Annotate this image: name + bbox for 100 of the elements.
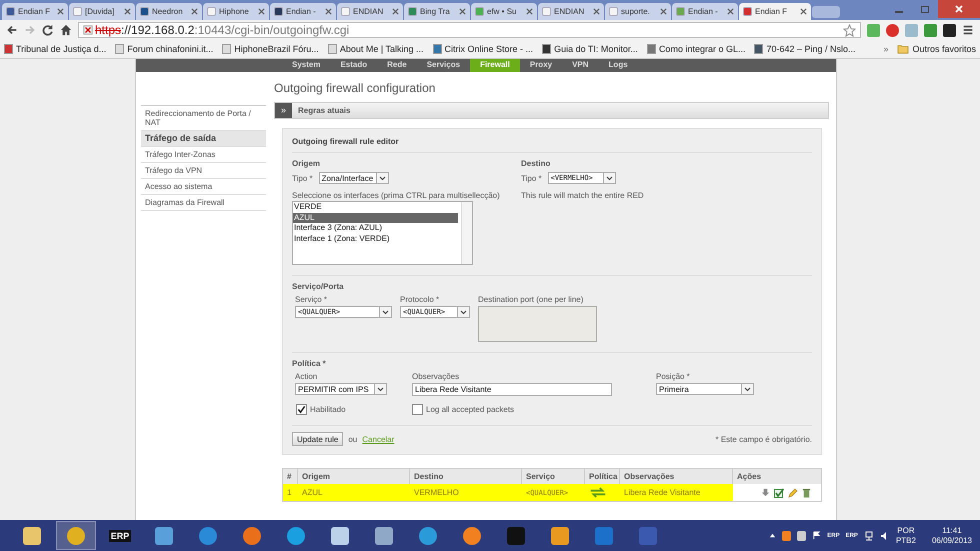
bookmark-link[interactable]: Guia do TI: Monitor... (542, 44, 638, 54)
close-icon[interactable] (258, 8, 265, 15)
close-window-button[interactable] (938, 0, 980, 18)
type-dropdown[interactable]: Zona/Interface (318, 172, 389, 184)
taskbar-app-button[interactable] (56, 521, 96, 550)
close-icon[interactable] (325, 8, 332, 15)
nav-tab[interactable]: Logs (598, 59, 638, 72)
bookmark-link[interactable]: Citrix Online Store - ... (432, 44, 534, 54)
required-note: * Este campo é obrigatório. (716, 434, 812, 444)
flag-icon[interactable] (812, 531, 822, 540)
sidebar-item[interactable]: Tráfego Inter-Zonas (141, 147, 266, 163)
rule-note: This rule will match the entire RED (521, 191, 644, 200)
app-icon (419, 526, 437, 544)
bookmarks-overflow-button[interactable]: » (883, 44, 888, 54)
back-icon[interactable] (6, 24, 18, 36)
nav-tab[interactable]: Estado (330, 59, 378, 72)
reload-icon[interactable] (42, 24, 54, 36)
browser-tab[interactable]: Needron (136, 3, 202, 20)
move-down-icon[interactable] (761, 488, 770, 497)
close-icon[interactable] (191, 8, 198, 15)
close-icon[interactable] (526, 8, 533, 15)
checkbox[interactable] (412, 404, 423, 415)
close-icon[interactable] (593, 8, 600, 15)
favicon-icon (73, 7, 82, 16)
browser-tab[interactable]: Bing Tra (404, 3, 470, 20)
close-icon[interactable] (660, 8, 667, 15)
browser-tab[interactable]: Hiphone (203, 3, 269, 20)
list-option[interactable]: Interface 1 (Zona: VERDE) (293, 234, 458, 244)
page-title: Outgoing firewall configuration (274, 80, 436, 97)
taskbar-app-button[interactable]: ERP (100, 521, 140, 550)
enabled-check-icon[interactable] (774, 488, 784, 498)
bookmark-link[interactable]: Forum chinafonini.it... (115, 44, 214, 54)
browser-tab[interactable]: Endian - (270, 3, 336, 20)
bookmark-link[interactable]: About Me | Talking ... (328, 44, 424, 54)
browser-tab[interactable]: ENDIAN (337, 3, 403, 20)
browser-tab[interactable]: suporte. (605, 3, 671, 20)
list-option[interactable]: VERDE (293, 202, 458, 212)
address-field[interactable]: https://192.168.0.2:10443/cgi-bin/outgoingfw.cgi (78, 22, 861, 38)
favicon-icon (341, 7, 350, 16)
trash-icon[interactable] (802, 488, 811, 498)
checkbox[interactable] (296, 404, 307, 415)
sidebar-item[interactable]: Tráfego da VPN (141, 163, 266, 179)
bookmark-link[interactable]: Tribunal de Justiça d... (4, 44, 106, 54)
field-label: Observações (412, 372, 460, 381)
star-icon[interactable] (843, 24, 856, 36)
list-option[interactable]: Interface 3 (Zona: AZUL) (293, 223, 458, 234)
browser-tab[interactable]: Endian - (672, 3, 738, 20)
favicon-icon (743, 7, 752, 16)
update-rule-button[interactable]: Update rule (292, 432, 344, 446)
expand-button[interactable]: » (275, 102, 292, 118)
close-icon[interactable] (392, 8, 399, 15)
close-icon (954, 4, 964, 14)
nav-tab[interactable]: Proxy (520, 59, 562, 72)
nav-tab[interactable]: VPN (562, 59, 599, 72)
browser-tab[interactable]: efw • Su (471, 3, 537, 20)
browser-tab[interactable]: Endian F (2, 3, 68, 20)
menu-icon[interactable] (962, 24, 974, 36)
close-icon[interactable] (459, 8, 466, 15)
browser-tab[interactable]: ENDIAN (538, 3, 604, 20)
bookmark-link[interactable]: HiphoneBrazil Fóru... (222, 44, 319, 54)
action-dropdown[interactable]: PERMITIR com IPS (295, 383, 387, 395)
show-hidden-icons-icon[interactable] (769, 532, 776, 539)
app-icon (243, 526, 261, 544)
editor-title: Outgoing firewall rule editor (292, 135, 812, 153)
close-icon[interactable] (57, 8, 64, 15)
pencil-icon[interactable] (788, 488, 798, 498)
section-heading: Política * (292, 359, 327, 368)
sidebar-item[interactable]: Diagramas da Firewall (141, 195, 266, 211)
bookmark-link[interactable]: Como integrar o GL... (646, 44, 746, 54)
scrollbar[interactable] (461, 202, 472, 264)
bookmark-folder[interactable]: Outros favoritos (897, 44, 976, 54)
checkbox-label: Habilitado (310, 405, 346, 414)
table-cell-text: AZUL (301, 487, 324, 499)
position-dropdown[interactable]: Primeira (656, 383, 754, 395)
app-icon (331, 526, 349, 544)
field-label: Posição * (656, 372, 691, 381)
browser-tab[interactable]: [Duvida] (69, 3, 135, 20)
close-icon[interactable] (800, 8, 807, 15)
nav-tab[interactable]: Rede (377, 59, 417, 72)
favicon-icon (207, 7, 216, 16)
extension-icon[interactable] (943, 24, 956, 36)
sidebar-item[interactable]: Tráfego de saída (141, 131, 266, 147)
favicon-icon (408, 7, 417, 16)
clock[interactable]: 11:41 06/09/2013 (932, 526, 972, 546)
close-icon[interactable] (124, 8, 131, 15)
browser-tab[interactable]: Endian F (739, 3, 811, 20)
app-icon (67, 526, 85, 544)
nav-tab[interactable]: Serviços (416, 59, 470, 72)
nav-tab[interactable]: System (282, 59, 330, 72)
notes-field[interactable]: Libera Rede Visitante (412, 383, 612, 396)
language-indicator[interactable]: POR PTB2 (896, 526, 916, 546)
sidebar-item[interactable]: Acesso ao sistema (141, 179, 266, 195)
list-option[interactable]: AZUL (293, 212, 458, 223)
home-icon[interactable] (60, 24, 72, 36)
or-text: ou (348, 434, 358, 444)
bookmark-link[interactable]: 70-642 – Ping / Nslo... (754, 44, 856, 54)
interface-listbox[interactable]: VERDE AZUL Interface 3 (Zona: AZUL) Interface 1 (Zona: VERDE) (292, 201, 473, 265)
network-icon[interactable] (864, 530, 874, 540)
close-icon[interactable] (727, 8, 734, 15)
erp-icon: ERP (108, 530, 132, 542)
